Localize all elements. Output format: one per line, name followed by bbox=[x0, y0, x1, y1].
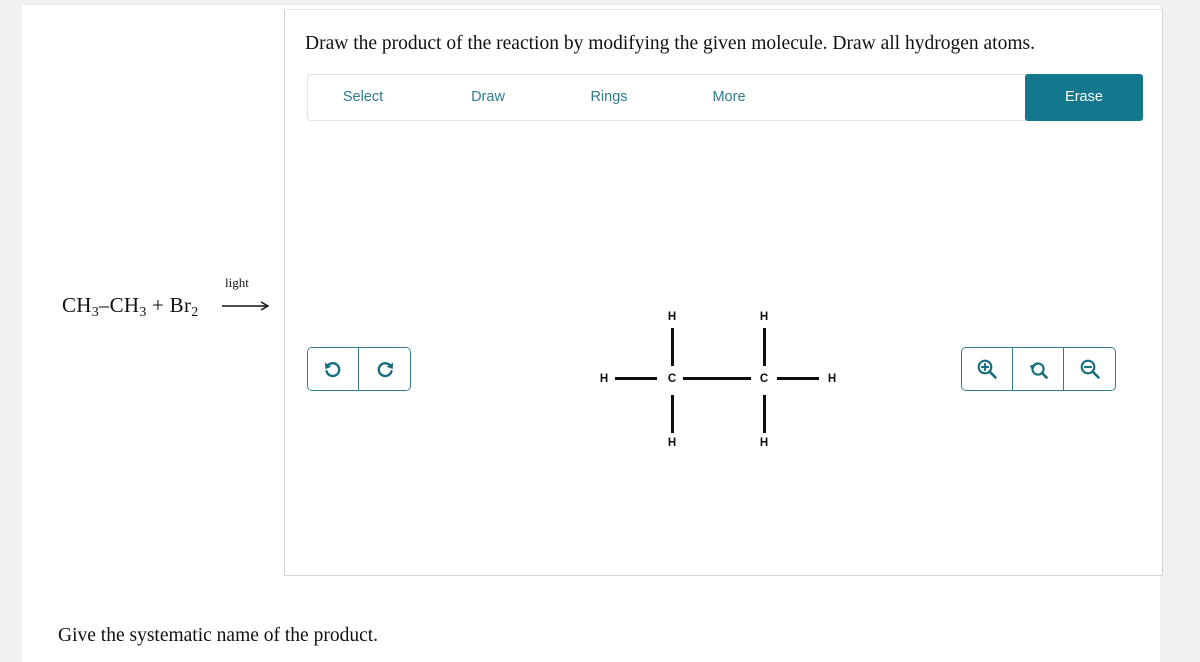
tab-select[interactable]: Select bbox=[327, 75, 399, 120]
drawing-canvas[interactable]: H H H C C H H H bbox=[307, 130, 1143, 455]
zoom-in-button[interactable] bbox=[962, 348, 1013, 390]
bottom-question-text: Give the systematic name of the product. bbox=[58, 625, 379, 646]
tab-draw[interactable]: Draw bbox=[458, 75, 518, 120]
atom-label-h[interactable]: H bbox=[757, 436, 771, 450]
reactant-two-subscript: 3 bbox=[139, 304, 147, 320]
reaction-condition-label: light bbox=[225, 275, 249, 290]
atom-label-h[interactable]: H bbox=[665, 310, 679, 324]
redo-icon bbox=[377, 362, 393, 378]
atom-label-h[interactable]: H bbox=[825, 372, 839, 386]
reactant-one-subscript: 3 bbox=[91, 304, 99, 320]
history-button-group bbox=[307, 347, 411, 391]
reagent-label: Br bbox=[169, 293, 192, 317]
reagent-subscript: 2 bbox=[191, 304, 199, 320]
reaction-formula: CH3–CH3 + Br2 bbox=[62, 293, 198, 321]
zoom-reset-button[interactable] bbox=[1013, 348, 1064, 390]
bond-vertical bbox=[763, 395, 766, 433]
atom-label-c[interactable]: C bbox=[757, 372, 771, 386]
page-root: CH3–CH3 + Br2 light Draw the product of … bbox=[0, 0, 1200, 662]
tab-more[interactable]: More bbox=[698, 75, 760, 120]
plus-sign: + bbox=[151, 293, 165, 317]
zoom-button-group bbox=[961, 347, 1116, 391]
content-sheet: CH3–CH3 + Br2 light Draw the product of … bbox=[22, 4, 1163, 662]
molecule-editor-panel: Draw the product of the reaction by modi… bbox=[284, 9, 1163, 576]
bond-vertical bbox=[671, 395, 674, 433]
zoom-out-button[interactable] bbox=[1064, 348, 1115, 390]
zoom-reset-icon bbox=[1029, 362, 1048, 379]
atom-label-h[interactable]: H bbox=[665, 436, 679, 450]
right-arrow-icon bbox=[222, 301, 270, 311]
ethane-structure[interactable]: H H H C C H H H bbox=[600, 310, 867, 460]
bond-horizontal bbox=[615, 377, 657, 380]
reaction-equation: CH3–CH3 + Br2 light bbox=[62, 273, 282, 327]
reactant-one-label: CH bbox=[62, 293, 92, 317]
editor-toolbar: Select Draw Rings More Erase bbox=[307, 74, 1143, 121]
zoom-in-icon bbox=[977, 359, 997, 379]
erase-button[interactable]: Erase bbox=[1025, 74, 1143, 121]
undo-icon bbox=[324, 362, 341, 378]
tab-rings[interactable]: Rings bbox=[576, 75, 642, 120]
bond-vertical bbox=[671, 328, 674, 366]
zoom-out-icon bbox=[1080, 359, 1100, 379]
redo-button[interactable] bbox=[359, 348, 410, 390]
page-title: Draw the product of the reaction by modi… bbox=[305, 33, 1035, 54]
atom-label-h[interactable]: H bbox=[757, 310, 771, 324]
atom-label-h[interactable]: H bbox=[597, 372, 611, 386]
bond-vertical bbox=[763, 328, 766, 366]
atom-label-c[interactable]: C bbox=[665, 372, 679, 386]
bond-horizontal bbox=[683, 377, 751, 380]
bond-horizontal bbox=[777, 377, 819, 380]
reactant-two-label: CH bbox=[109, 293, 140, 317]
bond-dash: – bbox=[98, 293, 110, 317]
undo-button[interactable] bbox=[308, 348, 359, 390]
